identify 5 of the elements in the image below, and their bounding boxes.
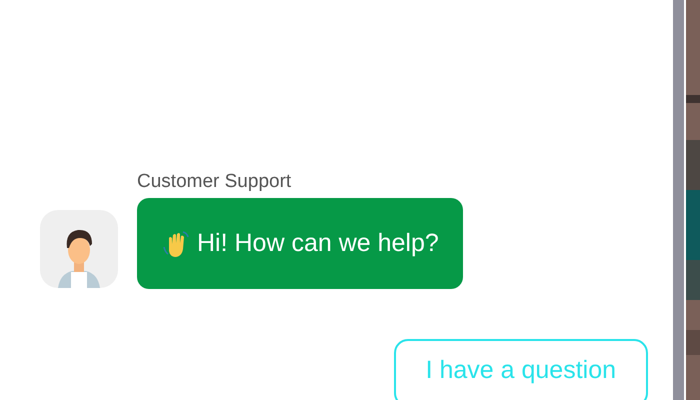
quick-reply-button[interactable]: I have a question [394, 339, 648, 400]
message-text: Hi! How can we help? [197, 228, 439, 259]
waving-hand-icon [161, 228, 191, 258]
sender-name: Customer Support [137, 170, 292, 194]
scrollbar[interactable] [673, 0, 684, 400]
